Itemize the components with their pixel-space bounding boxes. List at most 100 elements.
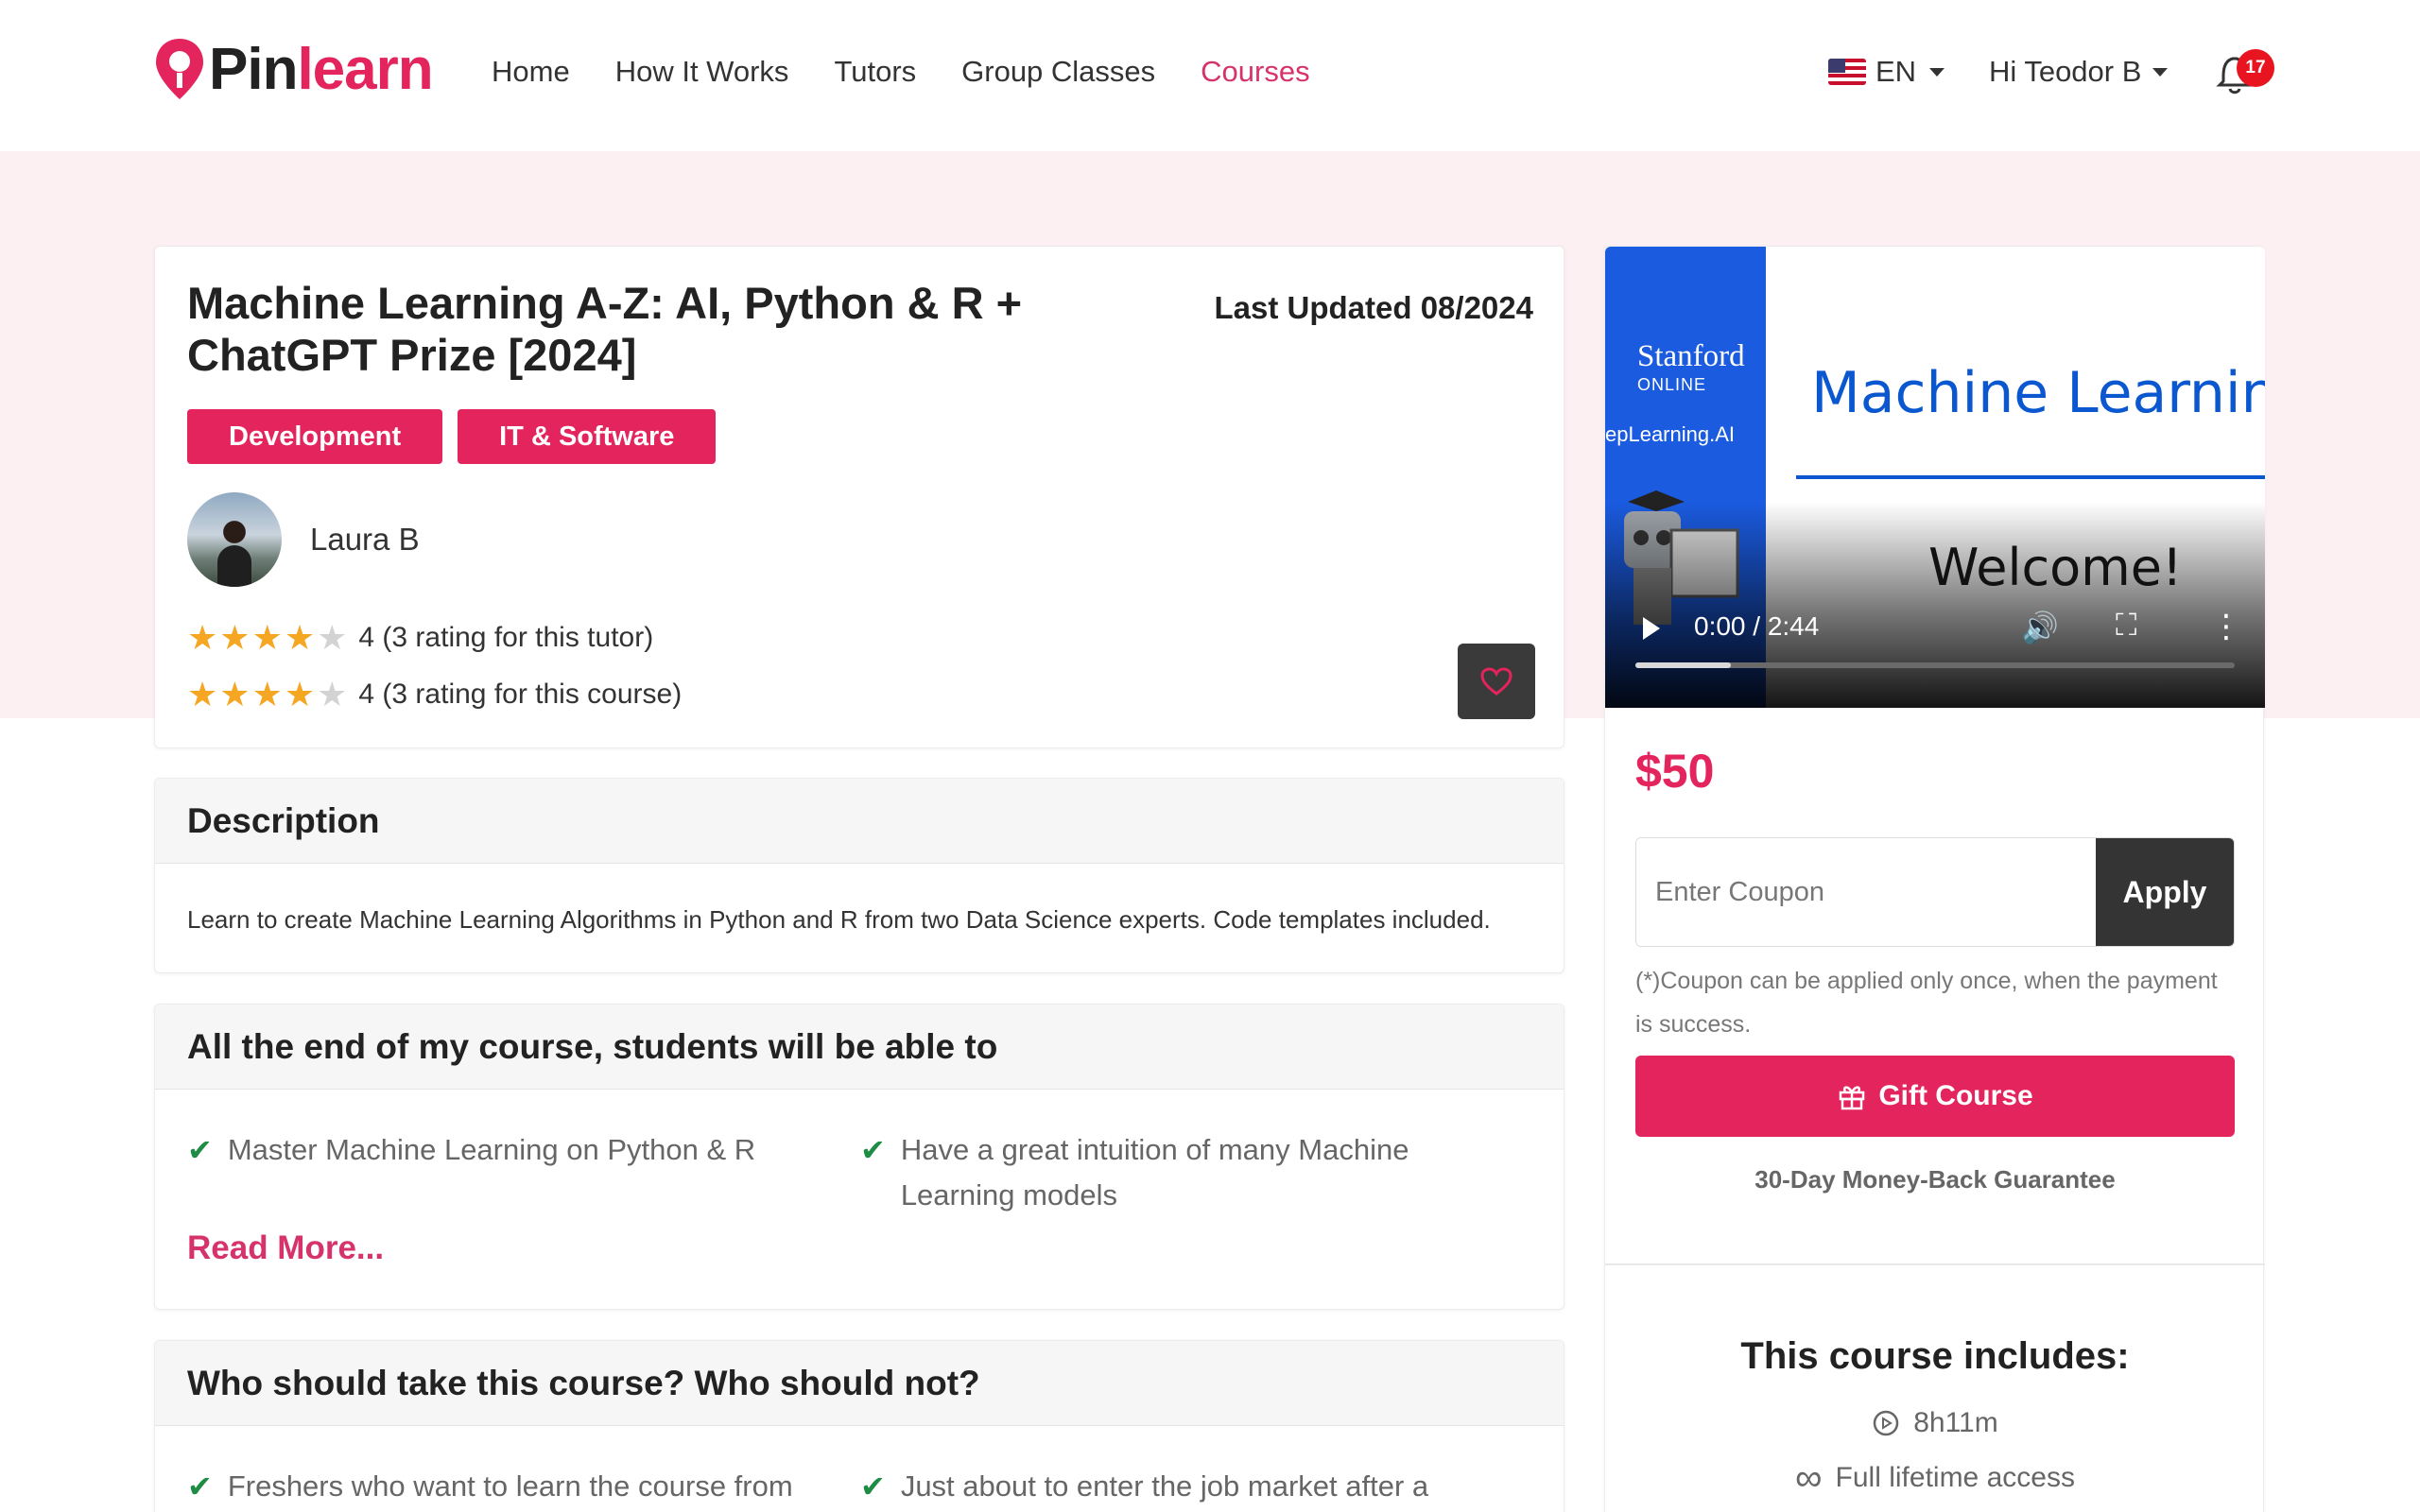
course-summary-card: Machine Learning A-Z: AI, Python & R + C…: [154, 246, 1564, 748]
deeplearning-label: epLearning.AI: [1605, 422, 1735, 446]
star-icon: ★: [251, 618, 283, 657]
top-navbar: Pinlearn Home How It Works Tutors Group …: [0, 0, 2420, 151]
logo-text-main: Pin: [209, 37, 298, 102]
outcomes-heading: All the end of my course, students will …: [155, 1005, 1564, 1090]
video-welcome-text: Welcome!: [1928, 538, 2183, 597]
divider: [1605, 1263, 2265, 1265]
check-icon: ✔: [860, 1133, 886, 1167]
tutor-avatar[interactable]: [187, 492, 282, 587]
user-menu[interactable]: Hi Teodor B: [1989, 55, 2169, 89]
tutor-info[interactable]: Laura B: [187, 492, 420, 587]
chevron-down-icon: [1929, 67, 1945, 77]
play-icon[interactable]: [1643, 617, 1660, 640]
star-empty-icon: ★: [317, 618, 348, 657]
star-icon: ★: [219, 618, 251, 657]
star-icon: ★: [187, 618, 218, 657]
money-back-guarantee: 30-Day Money-Back Guarantee: [1754, 1165, 2116, 1194]
outcomes-list: ✔ Master Machine Learning on Python & R …: [187, 1127, 1530, 1218]
audience-text: Freshers who want to learn the course fr…: [227, 1469, 793, 1503]
check-icon: ✔: [187, 1469, 213, 1503]
star-icon: ★: [284, 618, 316, 657]
list-item: ✔ Freshers who want to learn the course …: [187, 1464, 860, 1509]
star-icon: ★: [251, 675, 283, 713]
nav-tutors[interactable]: Tutors: [834, 55, 916, 89]
online-label: ONLINE: [1637, 375, 1707, 394]
more-options-icon[interactable]: ⋮: [2210, 608, 2242, 645]
infinity-icon: ∞: [1795, 1457, 1823, 1499]
apply-coupon-button[interactable]: Apply: [2096, 838, 2234, 946]
language-label: EN: [1876, 55, 1917, 88]
course-rating-text: 4 (3 rating for this course): [358, 679, 683, 710]
category-tags: Development IT & Software: [187, 409, 717, 464]
tag-development[interactable]: Development: [187, 409, 443, 464]
fullscreen-icon[interactable]: ⛶: [2116, 608, 2136, 644]
nav-home[interactable]: Home: [492, 55, 570, 89]
includes-heading: This course includes:: [1740, 1335, 2130, 1377]
star-icon: ★: [284, 675, 316, 713]
logo-text-accent: learn: [297, 37, 433, 102]
video-progress-fill: [1635, 662, 1732, 668]
star-icon: ★: [219, 675, 251, 713]
star-rating: ★ ★ ★ ★ ★: [187, 621, 347, 655]
main-nav: Home How It Works Tutors Group Classes C…: [492, 55, 1310, 89]
read-more-link[interactable]: Read More...: [187, 1229, 384, 1267]
slide-divider: [1796, 475, 2265, 479]
learning-outcomes-card: All the end of my course, students will …: [154, 1004, 1564, 1310]
location-pin-icon: [156, 38, 203, 99]
tutor-rating-text: 4 (3 rating for this tutor): [358, 622, 654, 653]
gift-icon: [1840, 1086, 1865, 1110]
heart-icon: [1480, 667, 1512, 696]
chevron-down-icon: [2152, 67, 2169, 77]
gift-course-label: Gift Course: [1878, 1080, 2033, 1111]
list-item: ✔ Master Machine Learning on Python & R: [187, 1127, 860, 1218]
course-title: Machine Learning A-Z: AI, Python & R + C…: [187, 278, 1023, 380]
volume-icon[interactable]: 🔊: [2021, 610, 2059, 645]
video-slide-title: Machine Learning: [1811, 360, 2265, 426]
notification-count-badge: 17: [2237, 49, 2274, 87]
video-time: 0:00 / 2:44: [1694, 611, 1820, 641]
includes-access: ∞ Full lifetime access: [1605, 1457, 2265, 1499]
user-greeting: Hi Teodor B: [1989, 55, 2142, 88]
duration-text: 8h11m: [1913, 1407, 1998, 1438]
nav-group-classes[interactable]: Group Classes: [961, 55, 1155, 89]
last-updated: Last Updated 08/2024: [1214, 290, 1533, 325]
outcome-text: Master Machine Learning on Python & R: [227, 1133, 756, 1166]
star-rating: ★ ★ ★ ★ ★: [187, 678, 347, 712]
check-icon: ✔: [187, 1133, 213, 1167]
gift-course-button[interactable]: Gift Course: [1635, 1056, 2235, 1137]
access-text: Full lifetime access: [1835, 1462, 2075, 1493]
nav-courses[interactable]: Courses: [1201, 55, 1309, 89]
description-text: Learn to create Machine Learning Algorit…: [187, 905, 1491, 934]
nav-how-it-works[interactable]: How It Works: [615, 55, 789, 89]
coupon-input[interactable]: [1636, 838, 2096, 946]
audience-text: Just about to enter the job market after…: [900, 1469, 1429, 1503]
audience-list: ✔ Freshers who want to learn the course …: [187, 1464, 1530, 1509]
course-rating: ★ ★ ★ ★ ★ 4 (3 rating for this course): [187, 678, 682, 712]
includes-duration: 8h11m: [1605, 1407, 2265, 1439]
description-card: Description Learn to create Machine Lear…: [154, 778, 1564, 973]
tutor-name[interactable]: Laura B: [310, 522, 420, 558]
play-circle-icon: [1873, 1410, 1899, 1436]
star-icon: ★: [187, 675, 218, 713]
video-progress-bar[interactable]: [1635, 662, 2235, 668]
stanford-label: Stanford: [1637, 339, 1745, 373]
audience-heading: Who should take this course? Who should …: [155, 1341, 1564, 1426]
purchase-sidebar: Stanford ONLINE epLearning.AI Machine Le…: [1604, 246, 2265, 1512]
video-controls: 0:00 / 2:44 🔊 ⛶ ⋮: [1605, 596, 2265, 672]
course-price: $50: [1635, 745, 1715, 798]
list-item: ✔ Just about to enter the job market aft…: [860, 1464, 1522, 1509]
tag-it-software[interactable]: IT & Software: [458, 409, 717, 464]
coupon-form: Apply: [1635, 837, 2235, 947]
list-item: ✔ Have a great intuition of many Machine…: [860, 1127, 1522, 1218]
coupon-note: (*)Coupon can be applied only once, when…: [1635, 968, 2218, 1038]
star-empty-icon: ★: [317, 675, 348, 713]
course-preview-video[interactable]: Stanford ONLINE epLearning.AI Machine Le…: [1605, 247, 2265, 708]
tutor-rating: ★ ★ ★ ★ ★ 4 (3 rating for this tutor): [187, 621, 653, 655]
language-selector[interactable]: EN: [1828, 55, 1945, 89]
favorite-button[interactable]: [1458, 644, 1535, 719]
description-heading: Description: [155, 779, 1564, 864]
us-flag-icon: [1828, 59, 1866, 85]
pinlearn-logo[interactable]: Pinlearn: [154, 36, 434, 103]
check-icon: ✔: [860, 1469, 886, 1503]
outcome-text: Have a great intuition of many Machine L…: [900, 1133, 1409, 1211]
